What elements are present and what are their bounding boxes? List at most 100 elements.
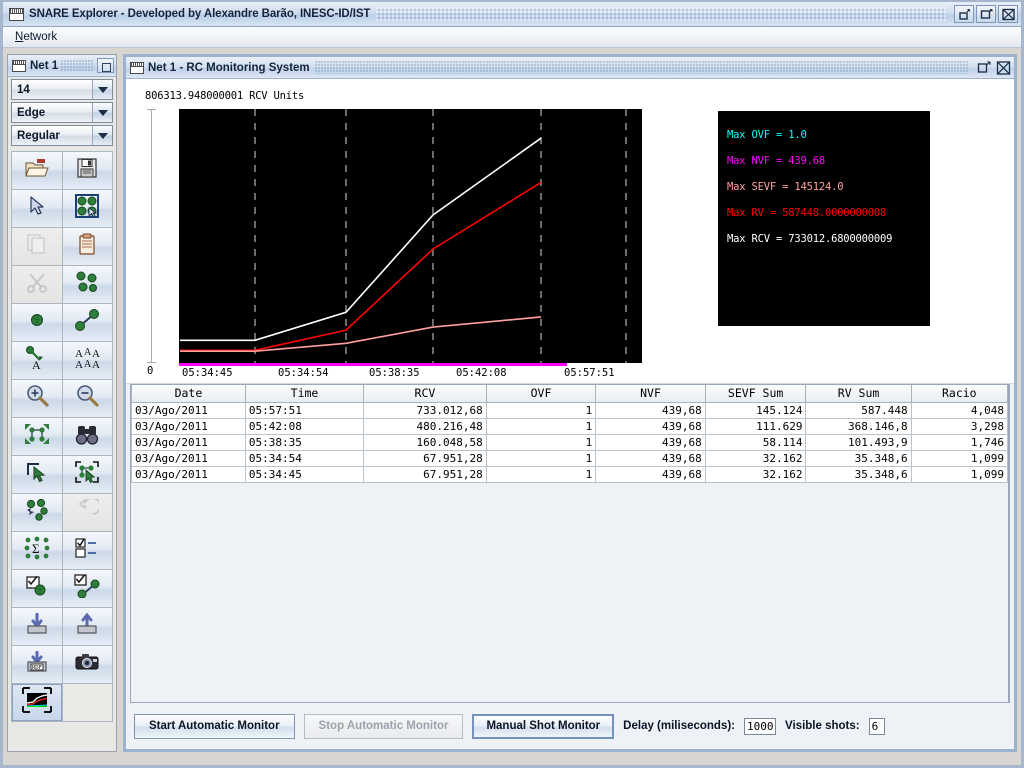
- chart-legend-item: Max NVF = 439.68: [727, 155, 825, 167]
- table-row[interactable]: 03/Ago/2011 05:57:51 733.012,68 1 439,68 145.…: [131, 402, 1008, 419]
- table-scroll-pane[interactable]: Date Time RCV OVF NVF SEVF Sum RV Sum Racio 03/…: [130, 384, 1010, 703]
- window-title: SNARE Explorer - Developed by Alexandre …: [29, 8, 371, 20]
- table-cell: 439,68: [595, 434, 706, 451]
- maximize-button[interactable]: [976, 5, 996, 23]
- table-body: 03/Ago/2011 05:57:51 733.012,68 1 439,68 145.…: [131, 402, 1008, 483]
- table-cell: 1: [485, 402, 597, 419]
- table-cell: 439,68: [595, 450, 706, 467]
- select-subgraph-tool[interactable]: [62, 456, 113, 494]
- svg-text:A: A: [75, 359, 83, 370]
- table-cell: 145.124: [704, 402, 807, 419]
- chart-svg: [180, 109, 627, 363]
- close-button[interactable]: [998, 5, 1018, 23]
- node-label-tool[interactable]: A: [12, 342, 63, 380]
- zoom-out-tool[interactable]: [62, 380, 113, 418]
- table-cell: 101.493,9: [805, 434, 912, 451]
- monitor-chart-tool[interactable]: [12, 684, 63, 722]
- table-cell: 05:34:54: [244, 450, 365, 467]
- zoom-in-tool[interactable]: [12, 380, 63, 418]
- svg-text:A: A: [92, 359, 100, 370]
- table-row[interactable]: 03/Ago/2011 05:34:54 67.951,28 1 439,68 32.16…: [131, 450, 1008, 467]
- table-column-header[interactable]: OVF: [485, 385, 597, 403]
- table-cell: 480.216,48: [363, 418, 487, 435]
- chart-legend-item: Max OVF = 1.0: [727, 129, 807, 141]
- table-row[interactable]: 03/Ago/2011 05:34:45 67.951,28 1 439,68 32.16…: [131, 466, 1008, 483]
- chart-y-axis-label: 806313.948000001 RCV Units: [145, 90, 305, 102]
- table-cell: 4,048: [910, 402, 1008, 419]
- undo-tool: [62, 494, 113, 532]
- manual-shot-monitor-button[interactable]: Manual Shot Monitor: [472, 713, 615, 739]
- style-combo[interactable]: Regular: [11, 125, 113, 146]
- table-row[interactable]: 03/Ago/2011 05:42:08 480.216,48 1 439,68 111.…: [131, 418, 1008, 435]
- monitor-chart-icon: [21, 687, 52, 718]
- all-labels-tool[interactable]: AAAAAA: [62, 342, 113, 380]
- aggregate-tool[interactable]: Σ: [12, 532, 63, 570]
- save-tool[interactable]: [62, 152, 113, 190]
- element-type-combo[interactable]: Edge: [11, 102, 113, 123]
- checklist-tool[interactable]: [62, 532, 113, 570]
- table-column-header[interactable]: Racio: [910, 385, 1008, 403]
- edge-link-icon: [75, 309, 100, 336]
- visible-shots-input[interactable]: 6: [868, 717, 885, 735]
- paste-tool[interactable]: [62, 228, 113, 266]
- open-folder-tool[interactable]: [12, 152, 63, 190]
- add-edge-tool[interactable]: [62, 304, 113, 342]
- chart-x-tick: 05:42:08: [456, 367, 507, 379]
- tool-palette: Net 1 14 Edge Regular A A A A A A A Σ RD…: [7, 54, 117, 752]
- table-row[interactable]: 03/Ago/2011 05:38:35 160.048,58 1 439,68 58.1…: [131, 434, 1008, 451]
- table-column-header[interactable]: RV Sum: [805, 385, 912, 403]
- tool-button-grid: A A A A A A A Σ RDF: [11, 151, 113, 722]
- select-region-tool[interactable]: [12, 456, 63, 494]
- manual-button-label: Manual Shot Monitor: [486, 720, 601, 732]
- table-cell: 35.348,6: [805, 450, 912, 467]
- table-column-header[interactable]: Date: [131, 385, 246, 403]
- minimize-button[interactable]: [954, 5, 974, 23]
- internal-close-button[interactable]: [995, 60, 1012, 76]
- zoom-level-combo[interactable]: 14: [11, 79, 113, 100]
- edit-edge-tool[interactable]: [62, 570, 113, 608]
- find-tool[interactable]: [62, 418, 113, 456]
- menu-item-network[interactable]: Network: [12, 30, 60, 44]
- layout-expand-tool[interactable]: [12, 418, 63, 456]
- start-button-label: Start Automatic Monitor: [149, 720, 280, 732]
- table-column-header[interactable]: Time: [244, 385, 365, 403]
- duplicate-nodes-tool[interactable]: [62, 266, 113, 304]
- table-cell: 1: [485, 434, 597, 451]
- import-rdf-tool[interactable]: RDF: [12, 646, 63, 684]
- table-column-header[interactable]: SEVF Sum: [704, 385, 807, 403]
- copy-pages-icon: [26, 233, 48, 260]
- element-type-value: Edge: [17, 106, 46, 119]
- export-up-icon: [75, 612, 99, 640]
- edit-node-icon: [25, 575, 49, 602]
- menubar: Network: [3, 27, 1021, 48]
- table-column-header[interactable]: RCV: [363, 385, 487, 403]
- export-tool[interactable]: [62, 608, 113, 646]
- chart-y-zero-label: 0: [147, 365, 154, 377]
- element-type-combo-wrap: Edge: [8, 100, 116, 123]
- chart-series-sevf: [180, 316, 542, 352]
- select-pointer-tool[interactable]: [12, 190, 63, 228]
- application-window: SNARE Explorer - Developed by Alexandre …: [0, 0, 1024, 768]
- table-cell: 05:34:45: [244, 466, 365, 483]
- folder-open-icon: [24, 157, 50, 184]
- chart-x-tick: 05:34:45: [182, 367, 233, 379]
- select-corner-icon: [25, 461, 49, 488]
- chevron-down-icon: [92, 126, 112, 145]
- table-cell: 58.114: [704, 434, 807, 451]
- delay-input[interactable]: 1000: [744, 717, 777, 735]
- start-automatic-monitor-button[interactable]: Start Automatic Monitor: [134, 713, 295, 739]
- edit-node-tool[interactable]: [12, 570, 63, 608]
- empty-slot: [62, 684, 113, 722]
- internal-maximize-button[interactable]: [976, 60, 993, 76]
- chart-series-rv: [180, 181, 542, 352]
- internal-frame-title: Net 1 - RC Monitoring System: [148, 61, 310, 74]
- table-column-header[interactable]: NVF: [595, 385, 706, 403]
- snapshot-tool[interactable]: [62, 646, 113, 684]
- scatter-nodes-tool[interactable]: [12, 494, 63, 532]
- import-down-icon: [25, 612, 49, 640]
- chart-legend-item: Max RCV = 733012.6800000009: [727, 233, 893, 245]
- add-node-tool[interactable]: [12, 304, 63, 342]
- import-tool[interactable]: [12, 608, 63, 646]
- select-all-nodes-tool[interactable]: [62, 190, 113, 228]
- palette-restore-button[interactable]: [97, 58, 114, 73]
